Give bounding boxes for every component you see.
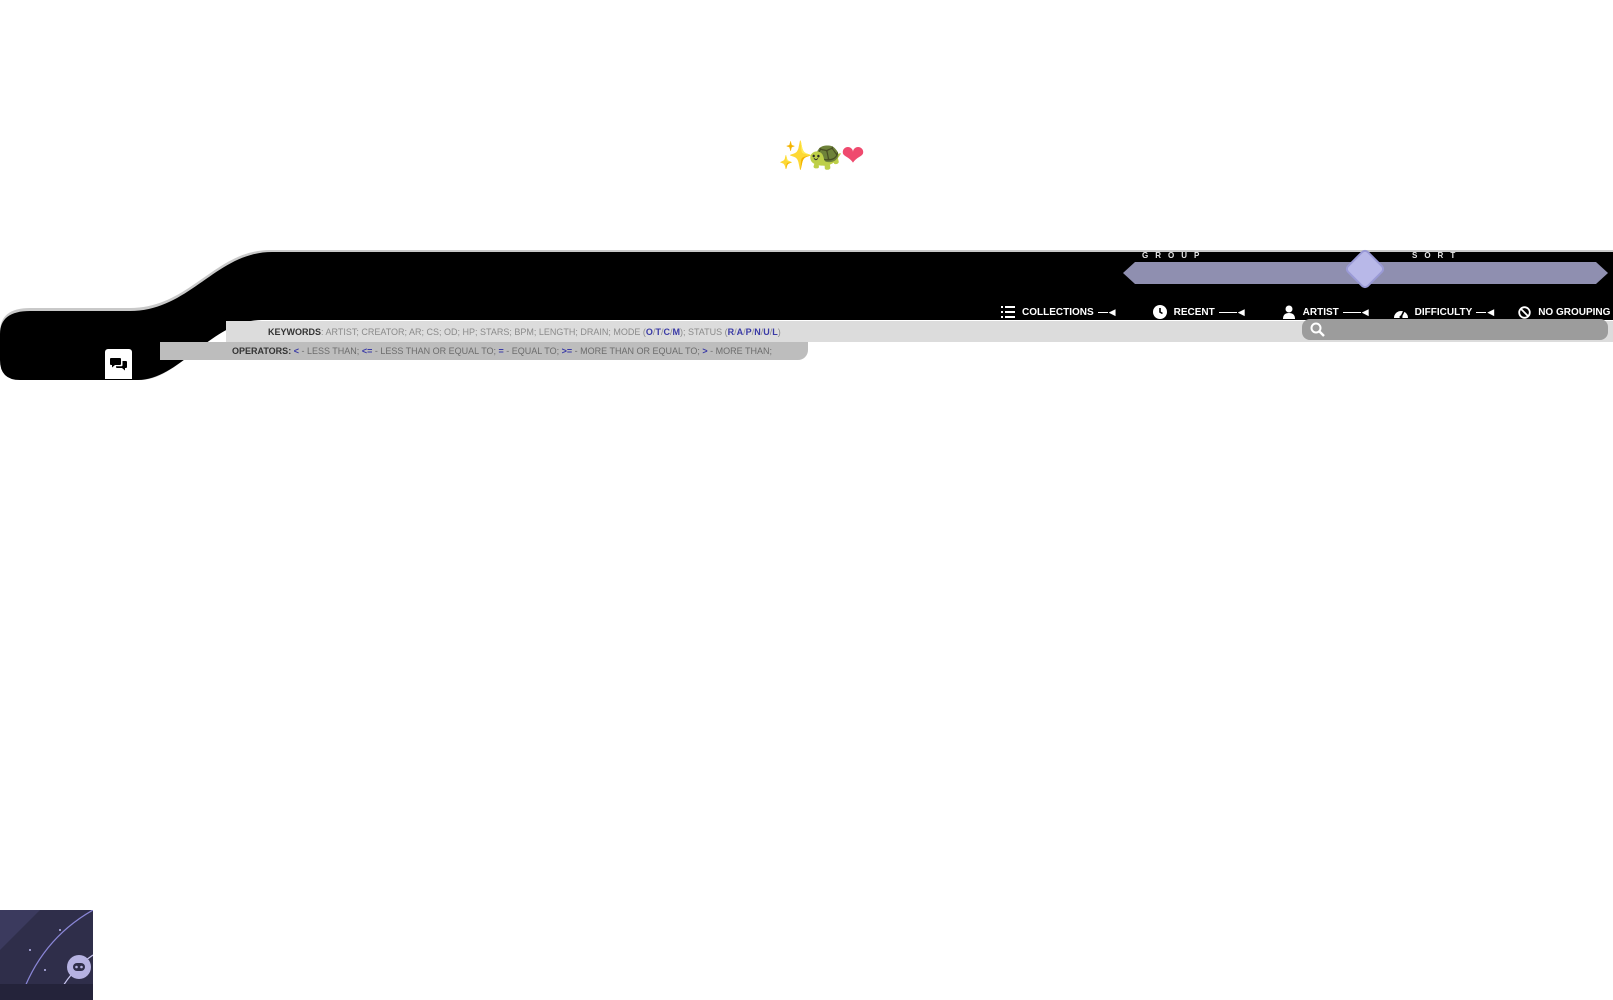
ban-icon bbox=[1516, 304, 1532, 320]
status-flag: P bbox=[745, 327, 752, 337]
tab-recent[interactable]: RECENT ◀ bbox=[1152, 304, 1245, 320]
mode-flag: T bbox=[655, 327, 661, 337]
tab-collections[interactable]: COLLECTIONS ◀ bbox=[1000, 304, 1116, 320]
search-input[interactable] bbox=[1332, 321, 1604, 340]
tab-arrow-icon: ◀ bbox=[1108, 306, 1116, 317]
tab-label: DIFFICULTY bbox=[1414, 306, 1473, 318]
tab-line bbox=[1097, 311, 1108, 313]
search-icon bbox=[1310, 322, 1325, 337]
tab-arrow-icon: ◀ bbox=[1237, 306, 1245, 317]
operator-desc: - EQUAL TO; bbox=[503, 346, 562, 356]
mode-flag: M bbox=[672, 327, 680, 337]
tab-arrow-icon: ◀ bbox=[1487, 306, 1495, 317]
tab-line bbox=[1476, 311, 1487, 313]
status-flag: N bbox=[754, 327, 761, 337]
status-flag: A bbox=[736, 327, 744, 337]
tab-line bbox=[1218, 311, 1237, 313]
tab-no-grouping[interactable]: NO GROUPING ◀ bbox=[1516, 304, 1613, 320]
list-icon bbox=[1000, 304, 1016, 320]
person-icon bbox=[1281, 304, 1297, 320]
tab-arrow-icon: ◀ bbox=[1361, 306, 1369, 317]
operator-symbol: >= bbox=[561, 346, 573, 356]
group-label: GROUP bbox=[1142, 251, 1207, 260]
chat-icon bbox=[110, 358, 127, 371]
status-flag: R bbox=[727, 327, 735, 337]
chat-button[interactable] bbox=[105, 349, 132, 379]
keywords-end: ) bbox=[777, 327, 781, 337]
operator-desc: - LESS THAN OR EQUAL TO; bbox=[372, 346, 499, 356]
operator-desc: - LESS THAN; bbox=[298, 346, 362, 356]
keywords-status: ); STATUS ( bbox=[679, 327, 728, 337]
clock-icon bbox=[1152, 304, 1168, 320]
operator-symbol: <= bbox=[361, 346, 373, 356]
mode-flag: C bbox=[663, 327, 670, 337]
operators-help: OPERATORS: < - LESS THAN; <= - LESS THAN… bbox=[232, 346, 772, 356]
mode-flag: O bbox=[645, 327, 653, 337]
tab-difficulty[interactable]: DIFFICULTY ◀ bbox=[1393, 304, 1495, 320]
group-tabs: COLLECTIONS ◀ RECENT ◀ ARTIST ◀ DIFFICUL… bbox=[1000, 304, 1613, 320]
operator-desc: - MORE THAN; bbox=[707, 346, 772, 356]
keywords-help: KEYWORDS: ARTIST; CREATOR; AR; CS; OD; H… bbox=[268, 327, 781, 337]
gamepad-icon bbox=[73, 963, 85, 971]
tab-label: NO GROUPING bbox=[1538, 306, 1611, 318]
gauge-icon bbox=[1393, 304, 1409, 320]
status-flag: U bbox=[763, 327, 770, 337]
keywords-label: KEYWORDS bbox=[268, 327, 322, 337]
tab-artist[interactable]: ARTIST ◀ bbox=[1281, 304, 1369, 320]
keywords-list: : ARTIST; CREATOR; AR; CS; OD; HP; STARS… bbox=[321, 327, 646, 337]
sort-label: SORT bbox=[1412, 251, 1463, 260]
search-box[interactable] bbox=[1302, 319, 1608, 340]
thumbnail-badge[interactable] bbox=[67, 955, 91, 979]
operators-label: OPERATORS bbox=[232, 346, 289, 356]
tab-line bbox=[1342, 311, 1361, 313]
tab-label: RECENT bbox=[1173, 306, 1215, 318]
operator-desc: - MORE THAN OR EQUAL TO; bbox=[572, 346, 703, 356]
tab-label: COLLECTIONS bbox=[1022, 306, 1094, 318]
tab-label: ARTIST bbox=[1302, 306, 1339, 318]
